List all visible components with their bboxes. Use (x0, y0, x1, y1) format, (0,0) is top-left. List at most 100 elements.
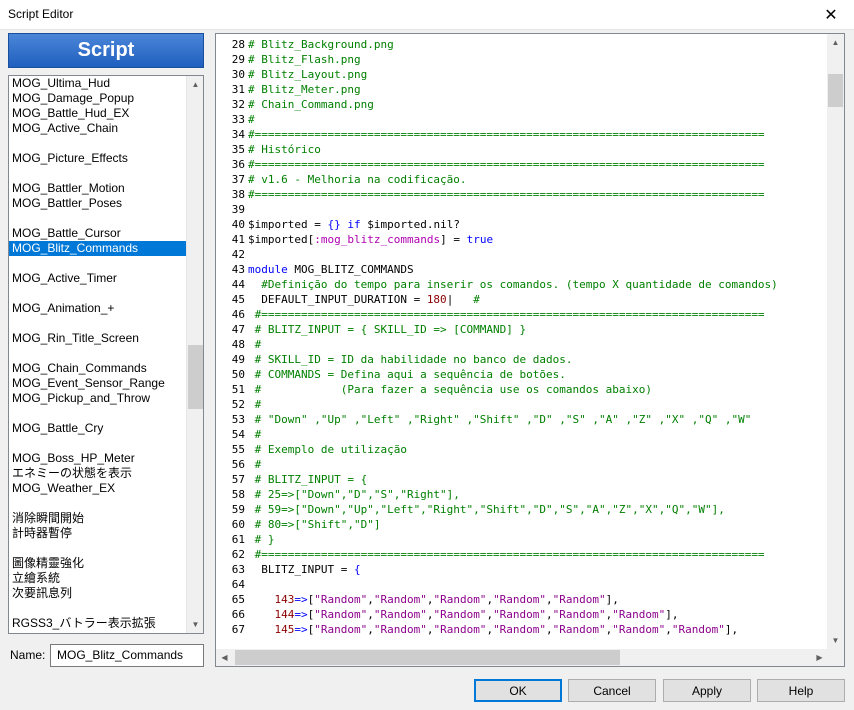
script-list-item[interactable]: 計時器暫停 (9, 526, 186, 541)
code-line[interactable]: 36 #=====================================… (216, 157, 811, 172)
code-line[interactable]: 52 # (216, 397, 811, 412)
script-list-item[interactable]: MOG_Event_Sensor_Range (9, 376, 186, 391)
script-list-item[interactable] (9, 601, 186, 616)
script-list-item[interactable] (9, 436, 186, 451)
scroll-down-arrow-icon[interactable]: ▼ (827, 632, 844, 649)
code-line[interactable]: 31 # Blitz_Meter.png (216, 82, 811, 97)
code-line[interactable]: 64 (216, 577, 811, 592)
code-line[interactable]: 34 #=====================================… (216, 127, 811, 142)
code-line[interactable]: 40 $imported = {} if $imported.nil? (216, 217, 811, 232)
code-token: true (466, 233, 494, 246)
code-line[interactable]: 41 $imported[:mog_blitz_commands] = true (216, 232, 811, 247)
code-line[interactable]: 59 # 59=>["Down","Up","Left","Right","Sh… (216, 502, 811, 517)
script-list-scroll-thumb[interactable] (188, 345, 203, 410)
code-line[interactable]: 48 # (216, 337, 811, 352)
cancel-button[interactable]: Cancel (568, 679, 656, 702)
script-list-item[interactable]: MOG_Battle_Cursor (9, 226, 186, 241)
script-list-item[interactable] (9, 211, 186, 226)
help-button[interactable]: Help (757, 679, 845, 702)
code-line[interactable]: 51 # (Para fazer a sequência use os coma… (216, 382, 811, 397)
code-line[interactable]: 58 # 25=>["Down","D","S","Right"], (216, 487, 811, 502)
script-list-item[interactable] (9, 316, 186, 331)
script-list[interactable]: MOG_Ultima_Hud MOG_Damage_Popup MOG_Battle… (8, 75, 204, 634)
code-area[interactable]: 28 # Blitz_Background.png 29 # Blitz_Flash.… (216, 37, 811, 645)
script-list-item[interactable]: RGSS3_バトラー表示拡張 (9, 616, 186, 631)
script-list-item[interactable]: MOG_Active_Timer (9, 271, 186, 286)
script-list-item[interactable]: MOG_Battle_Cry (9, 421, 186, 436)
script-list-item[interactable]: 立繪系統 (9, 571, 186, 586)
script-list-item[interactable]: MOG_Battler_Motion (9, 181, 186, 196)
script-name-input[interactable]: MOG_Blitz_Commands (50, 644, 204, 667)
ok-button[interactable]: OK (474, 679, 562, 702)
script-list-item[interactable] (9, 541, 186, 556)
code-line[interactable]: 53 # "Down" ,"Up" ,"Left" ,"Right" ,"Shi… (216, 412, 811, 427)
code-line[interactable]: 56 # (216, 457, 811, 472)
script-list-item[interactable]: MOG_Picture_Effects (9, 151, 186, 166)
code-line[interactable]: 50 # COMMANDS = Defina aqui a sequência … (216, 367, 811, 382)
editor-vertical-scrollbar[interactable]: ▲ ▼ (827, 34, 844, 649)
code-line[interactable]: 46 #====================================… (216, 307, 811, 322)
script-list-item[interactable]: 圖像精靈強化 (9, 556, 186, 571)
code-line[interactable]: 61 # } (216, 532, 811, 547)
script-list-item[interactable] (9, 136, 186, 151)
editor-horizontal-scrollbar[interactable]: ◀ ▶ (216, 649, 828, 666)
script-list-item[interactable] (9, 496, 186, 511)
script-list-item[interactable]: MOG_Battle_Hud_EX (9, 106, 186, 121)
script-list-item[interactable] (9, 166, 186, 181)
code-line[interactable]: 63 BLITZ_INPUT = { (216, 562, 811, 577)
code-editor[interactable]: 28 # Blitz_Background.png 29 # Blitz_Flash.… (215, 33, 845, 667)
code-line[interactable]: 38 #=====================================… (216, 187, 811, 202)
script-list-item[interactable]: MOG_Ultima_Hud (9, 76, 186, 91)
code-line[interactable]: 37 # v1.6 - Melhoria na codificação. (216, 172, 811, 187)
code-line[interactable]: 35 # Histórico (216, 142, 811, 157)
code-line[interactable]: 42 (216, 247, 811, 262)
code-line[interactable]: 67 145=>["Random","Random","Random","Ran… (216, 622, 811, 637)
code-line[interactable]: 62 #====================================… (216, 547, 811, 562)
script-list-item[interactable]: MOG_Blitz_Commands (9, 241, 186, 256)
script-list-item[interactable] (9, 346, 186, 361)
script-list-item[interactable]: エネミーの状態を表示 (9, 466, 186, 481)
scroll-up-arrow-icon[interactable]: ▲ (187, 76, 203, 93)
script-list-item[interactable]: 消除瞬間開始 (9, 511, 186, 526)
editor-vscroll-thumb[interactable] (828, 74, 843, 107)
script-list-item[interactable]: MOG_Damage_Popup (9, 91, 186, 106)
code-line[interactable]: 45 DEFAULT_INPUT_DURATION = 180| # (216, 292, 811, 307)
code-line[interactable]: 57 # BLITZ_INPUT = { (216, 472, 811, 487)
script-list-item[interactable]: 次要訊息列 (9, 586, 186, 601)
script-list-scrollbar[interactable]: ▲ ▼ (186, 76, 203, 633)
script-list-item[interactable]: MOG_Rin_Title_Screen (9, 331, 186, 346)
script-list-item[interactable] (9, 256, 186, 271)
scroll-down-arrow-icon[interactable]: ▼ (187, 616, 203, 633)
code-line[interactable]: 49 # SKILL_ID = ID da habilidade no banc… (216, 352, 811, 367)
scroll-up-arrow-icon[interactable]: ▲ (827, 34, 844, 51)
script-list-item[interactable]: MOG_Animation_+ (9, 301, 186, 316)
script-list-item[interactable]: MOG_Pickup_and_Throw (9, 391, 186, 406)
code-line[interactable]: 54 # (216, 427, 811, 442)
script-list-item[interactable] (9, 286, 186, 301)
script-list-item[interactable]: MOG_Weather_EX (9, 481, 186, 496)
script-list-item[interactable]: MOG_Boss_HP_Meter (9, 451, 186, 466)
code-line[interactable]: 29 # Blitz_Flash.png (216, 52, 811, 67)
code-line[interactable]: 60 # 80=>["Shift","D"] (216, 517, 811, 532)
code-line[interactable]: 28 # Blitz_Background.png (216, 37, 811, 52)
script-list-item[interactable] (9, 406, 186, 421)
code-line[interactable]: 43 module MOG_BLITZ_COMMANDS (216, 262, 811, 277)
scroll-left-arrow-icon[interactable]: ◀ (216, 649, 233, 666)
code-line[interactable]: 66 144=>["Random","Random","Random","Ran… (216, 607, 811, 622)
close-icon[interactable]: ✕ (808, 0, 854, 30)
script-list-item[interactable]: MOG_Battler_Poses (9, 196, 186, 211)
code-line[interactable]: 30 # Blitz_Layout.png (216, 67, 811, 82)
code-line[interactable]: 33 # (216, 112, 811, 127)
editor-hscroll-thumb[interactable] (235, 650, 620, 665)
script-list-item[interactable]: MOG_Chain_Commands (9, 361, 186, 376)
code-line[interactable]: 65 143=>["Random","Random","Random","Ran… (216, 592, 811, 607)
code-line[interactable]: 47 # BLITZ_INPUT = { SKILL_ID => [COMMAN… (216, 322, 811, 337)
scroll-right-arrow-icon[interactable]: ▶ (811, 649, 828, 666)
apply-button[interactable]: Apply (663, 679, 751, 702)
code-line[interactable]: 39 (216, 202, 811, 217)
script-list-item[interactable]: MOG_Active_Chain (9, 121, 186, 136)
code-line[interactable]: 44 #Definição do tempo para inserir os c… (216, 277, 811, 292)
code-token: # BLITZ_INPUT = { (248, 473, 368, 486)
code-line[interactable]: 55 # Exemplo de utilização (216, 442, 811, 457)
code-line[interactable]: 32 # Chain_Command.png (216, 97, 811, 112)
